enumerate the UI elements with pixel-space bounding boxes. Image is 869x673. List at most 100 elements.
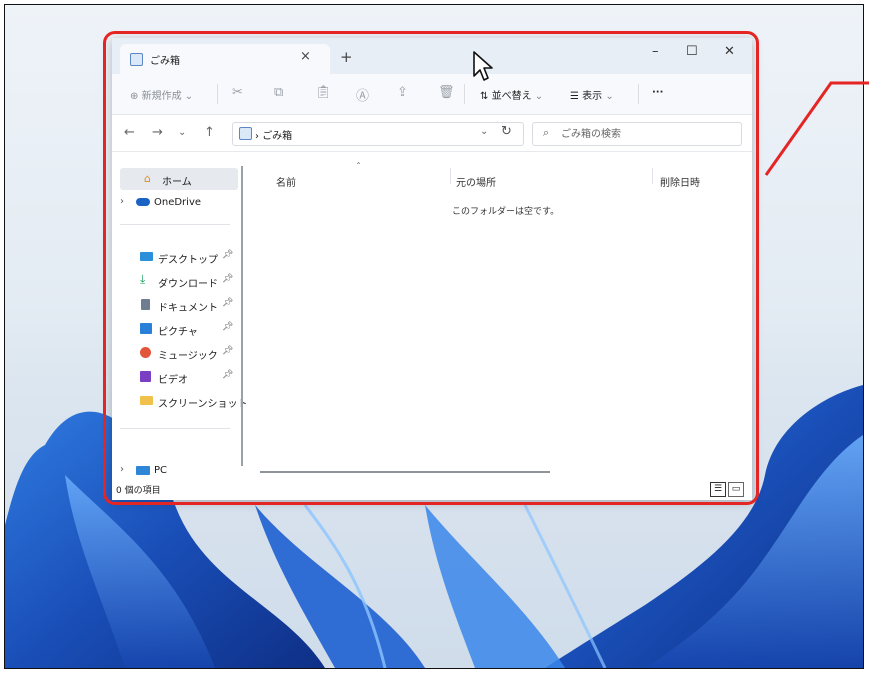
chevron-down-icon: ⌄ — [534, 91, 544, 102]
view-button[interactable]: ☰ 表示 ⌄ — [570, 87, 614, 102]
folder-icon — [140, 396, 153, 405]
sidebar-item-onedrive[interactable]: › OneDrive — [120, 192, 238, 214]
picture-icon — [140, 323, 152, 334]
address-bar[interactable]: › ごみ箱 ⌄ ↻ — [232, 122, 524, 146]
tab-title: ごみ箱 — [150, 56, 180, 67]
horizontal-scrollbar[interactable] — [260, 471, 550, 473]
sidebar-item-pc[interactable]: › PC — [120, 460, 238, 482]
column-header-deleted[interactable]: 削除日時 — [660, 174, 700, 189]
address-row: ← → ⌄ ↑ › ごみ箱 ⌄ ↻ ⌕ — [112, 115, 752, 152]
recent-chevron-icon[interactable]: ⌄ — [178, 127, 186, 138]
column-header-name[interactable]: 名前 — [276, 174, 296, 189]
cut-icon[interactable]: ✂ — [232, 85, 243, 100]
column-header-location[interactable]: 元の場所 — [456, 174, 496, 189]
share-icon[interactable]: ⇪ — [397, 85, 408, 100]
toolbar-divider — [638, 84, 639, 104]
tab-recycle-bin[interactable]: ごみ箱 × — [120, 44, 330, 74]
recycle-bin-icon — [239, 127, 252, 140]
sidebar-item-documents[interactable]: ドキュメント 📌︎ — [120, 294, 238, 316]
sidebar-item-label: PC — [154, 465, 168, 476]
sidebar-item-downloads[interactable]: ⤓ ダウンロード 📌︎ — [120, 270, 238, 292]
search-icon: ⌕ — [543, 126, 550, 139]
sidebar-item-label: ホーム — [162, 177, 192, 188]
plus-circle-icon: ⊕ — [130, 91, 139, 102]
sort-arrow-icon: ˆ — [356, 162, 361, 173]
sidebar-item-label: デスクトップ — [158, 255, 218, 266]
paste-icon[interactable]: 📋︎ — [315, 85, 332, 100]
chevron-down-icon: ⌄ — [184, 91, 194, 102]
view-label: 表示 — [582, 91, 603, 102]
new-label: 新規作成 — [141, 91, 182, 102]
pin-icon[interactable]: 📌︎ — [222, 298, 233, 308]
navigation-pane: ⌂ ホーム › OneDrive デスクトップ 📌︎ ⤓ ダウンロード 📌︎ ド… — [112, 152, 248, 488]
sidebar-item-pictures[interactable]: ピクチャ 📌︎ — [120, 318, 238, 340]
pin-icon[interactable]: 📌︎ — [222, 370, 233, 380]
title-bar: ごみ箱 × + – ☐ ✕ — [112, 38, 752, 74]
new-tab-button[interactable]: + — [340, 48, 353, 66]
column-divider[interactable] — [652, 168, 653, 184]
download-icon: ⤓ — [140, 272, 146, 286]
music-icon — [140, 347, 151, 358]
forward-arrow-icon[interactable]: → — [152, 125, 163, 140]
close-button[interactable]: ✕ — [724, 44, 735, 59]
mouse-cursor-icon — [473, 51, 493, 81]
copy-icon[interactable]: ⧉ — [274, 85, 283, 100]
up-arrow-icon[interactable]: ↑ — [204, 125, 215, 140]
sidebar-item-home[interactable]: ⌂ ホーム — [120, 168, 238, 190]
sidebar-item-label: ビデオ — [158, 375, 188, 386]
pin-icon[interactable]: 📌︎ — [222, 346, 233, 356]
details-view-button[interactable]: ☰ — [710, 482, 726, 497]
back-arrow-icon[interactable]: ← — [124, 125, 135, 140]
sidebar-item-label: ドキュメント — [158, 303, 218, 314]
chevron-down-icon[interactable]: ⌄ — [480, 126, 488, 137]
column-divider[interactable] — [450, 168, 451, 184]
sidebar-item-label: スクリーンショット — [158, 399, 248, 410]
rename-icon[interactable]: Ⓐ — [356, 85, 369, 104]
sidebar-item-label: ミュージック — [158, 351, 218, 362]
cloud-icon — [136, 198, 150, 206]
empty-folder-message: このフォルダーは空です。 — [452, 207, 560, 217]
search-box[interactable]: ⌕ — [532, 122, 742, 146]
recycle-bin-icon — [130, 53, 143, 66]
video-icon — [140, 371, 151, 382]
status-bar: 0 個の項目 ☰ ▭ — [112, 480, 752, 500]
sort-icon: ⇅ — [480, 91, 489, 102]
sidebar-item-desktop[interactable]: デスクトップ 📌︎ — [120, 246, 238, 268]
pc-icon — [136, 466, 150, 475]
sort-label: 並べ替え — [491, 91, 532, 102]
command-bar: ⊕ 新規作成 ⌄ ✂ ⧉ 📋︎ Ⓐ ⇪ 🗑︎ ⇅ 並べ替え ⌄ ☰ 表示 ⌄ ·… — [112, 74, 752, 115]
view-icon: ☰ — [570, 91, 579, 102]
sidebar-item-screenshots[interactable]: スクリーンショット — [120, 390, 248, 412]
breadcrumb[interactable]: › ごみ箱 — [255, 127, 292, 142]
delete-icon[interactable]: 🗑︎ — [438, 85, 455, 100]
pin-icon[interactable]: 📌︎ — [222, 274, 233, 284]
pin-icon[interactable]: 📌︎ — [222, 322, 233, 332]
new-button[interactable]: ⊕ 新規作成 ⌄ — [130, 87, 193, 102]
more-options-button[interactable]: ··· — [652, 87, 663, 98]
document-icon — [141, 299, 150, 310]
file-list: 名前 ˆ 元の場所 削除日時 このフォルダーは空です。 — [252, 152, 748, 488]
search-input[interactable] — [559, 126, 733, 142]
chevron-down-icon: ⌄ — [605, 91, 614, 102]
minimize-button[interactable]: – — [652, 44, 659, 59]
toolbar-divider — [217, 84, 218, 104]
refresh-icon[interactable]: ↻ — [501, 124, 512, 139]
sidebar-scrollbar[interactable] — [241, 166, 243, 466]
sort-button[interactable]: ⇅ 並べ替え ⌄ — [480, 87, 543, 102]
tab-close-icon[interactable]: × — [300, 49, 311, 64]
pin-icon[interactable]: 📌︎ — [222, 250, 233, 260]
sidebar-divider — [120, 224, 230, 225]
sidebar-item-music[interactable]: ミュージック 📌︎ — [120, 342, 238, 364]
toolbar-divider — [464, 84, 465, 104]
sidebar-item-label: OneDrive — [154, 197, 202, 208]
expand-chevron-icon[interactable]: › — [120, 464, 124, 475]
sidebar-divider — [120, 428, 230, 429]
tiles-view-button[interactable]: ▭ — [728, 482, 744, 497]
home-icon: ⌂ — [144, 172, 151, 185]
expand-chevron-icon[interactable]: › — [120, 196, 124, 207]
sidebar-item-videos[interactable]: ビデオ 📌︎ — [120, 366, 238, 388]
sidebar-item-label: ピクチャ — [158, 327, 198, 338]
maximize-button[interactable]: ☐ — [686, 44, 698, 59]
item-count: 0 個の項目 — [116, 486, 161, 496]
breadcrumb-item: ごみ箱 — [262, 131, 293, 142]
